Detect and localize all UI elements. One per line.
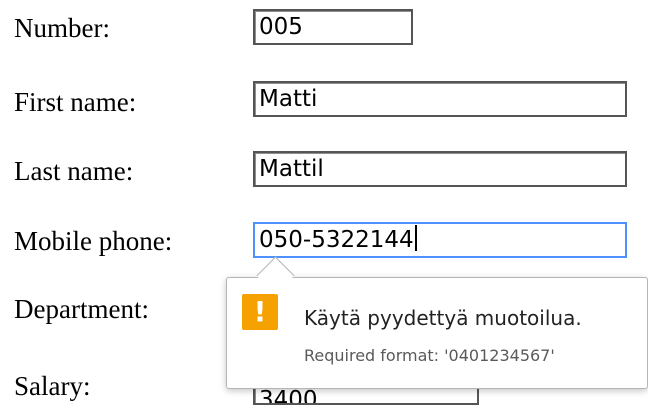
text-caret — [414, 225, 417, 251]
salary-label: Salary: — [14, 371, 91, 401]
department-label: Department: — [14, 294, 149, 324]
last-name-input-value: Mattil — [259, 156, 324, 182]
validation-detail: Required format: '0401234567' — [304, 346, 555, 365]
warning-icon: ! — [242, 294, 278, 330]
mobile-phone-input[interactable]: 050-5322144 — [253, 222, 627, 258]
first-name-label: First name: — [14, 87, 137, 117]
number-input-value: 005 — [259, 14, 303, 40]
last-name-input[interactable]: Mattil — [253, 151, 627, 187]
validation-message: Käytä pyydettyä muotoilua. — [304, 306, 582, 330]
mobile-phone-input-value: 050-5322144 — [259, 227, 414, 253]
first-name-input-value: Matti — [259, 86, 318, 112]
validation-tooltip: ! Käytä pyydettyä muotoilua. Required fo… — [226, 277, 648, 389]
salary-input-value: 3400 — [259, 387, 318, 405]
mobile-phone-label: Mobile phone: — [14, 226, 173, 256]
number-input[interactable]: 005 — [253, 9, 413, 45]
first-name-input[interactable]: Matti — [253, 81, 627, 117]
last-name-label: Last name: — [14, 156, 134, 186]
number-label: Number: — [14, 13, 110, 43]
